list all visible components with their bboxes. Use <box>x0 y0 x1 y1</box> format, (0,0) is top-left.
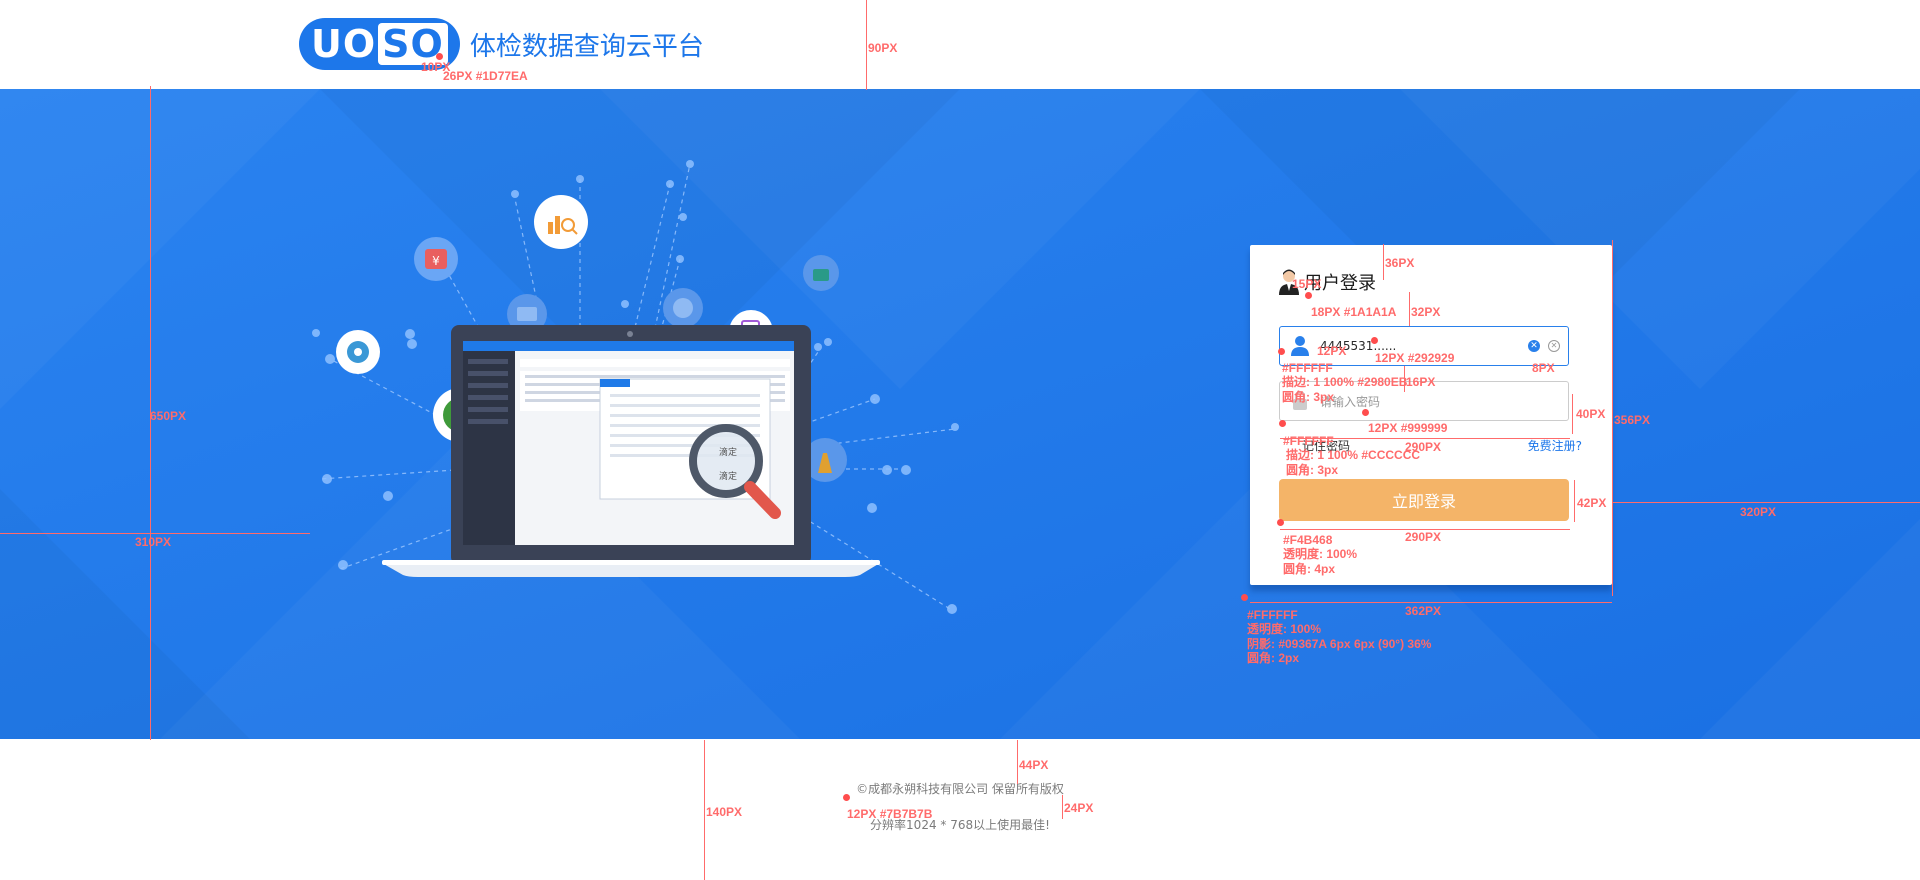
annotation-illus-offset: 310PX <box>135 535 172 549</box>
annotation-pass-field-fill: #FFFFFF <box>1283 434 1334 448</box>
annotation-title-font: 18PX #1A1A1A <box>1311 305 1397 319</box>
footer-height-marker <box>704 740 705 880</box>
illus-offset-marker <box>0 533 310 534</box>
page-header: UO SO 体检数据查询云平台 <box>0 0 1920 89</box>
footer-resolution-note: 分辨率1024 * 768以上使用最佳! <box>870 818 1050 832</box>
annotation-user-icon-gap: 12PX <box>1317 344 1347 358</box>
user-icon <box>1280 327 1320 365</box>
annotation-dot <box>1278 348 1285 355</box>
annotation-dot <box>436 53 443 60</box>
footer-gap-marker <box>1017 740 1018 784</box>
annotation-banner-height: 650PX <box>150 409 187 423</box>
annotation-input-font: 12PX #292929 <box>1375 351 1455 365</box>
annotation-title-icon-gap: 15PX <box>1292 277 1322 291</box>
annotation-clear-gap: 8PX <box>1532 361 1555 375</box>
annotation-dot <box>1362 409 1369 416</box>
annotation-dot <box>1241 594 1248 601</box>
annotation-card-shadow: 阴影: #09367A 6px 6px (90°) 36% <box>1247 637 1432 651</box>
btn-height-marker <box>1574 480 1575 522</box>
login-button[interactable]: 立即登录 <box>1279 479 1569 521</box>
annotation-header-height: 90PX <box>868 41 898 55</box>
annotation-dot <box>1371 337 1378 344</box>
footer-copyright: ©成都永朔科技有限公司 保留所有版权 <box>856 782 1064 796</box>
field-height-marker <box>1572 394 1573 434</box>
annotation-btn-opacity: 透明度: 100% <box>1283 547 1358 561</box>
annotation-user-field-border: 描边: 1 100% #2980EB <box>1282 375 1408 389</box>
annotation-btn-height: 42PX <box>1577 496 1607 510</box>
annotation-card-offset: 320PX <box>1740 505 1777 519</box>
annotation-footer-font: 12PX #7B7B7B <box>847 807 933 821</box>
register-link[interactable]: 免费注册? <box>1528 437 1582 454</box>
annotation-footer-gap: 44PX <box>1019 758 1049 772</box>
annotation-card-radius: 圆角: 2px <box>1247 651 1300 665</box>
annotation-card-fill: #FFFFFF <box>1247 608 1298 622</box>
card-offset-marker <box>1612 502 1920 503</box>
logo[interactable]: UO SO 体检数据查询云平台 <box>299 17 704 71</box>
card-width-marker <box>1250 602 1612 603</box>
annotation-footer-height: 140PX <box>706 805 743 819</box>
header-height-marker <box>866 0 867 90</box>
clear-input-icon[interactable]: ✕ <box>1528 340 1540 352</box>
svg-text:¥: ¥ <box>432 254 440 268</box>
annotation-logo-font: 26PX #1D77EA <box>443 69 528 83</box>
annotation-card-opacity: 透明度: 100% <box>1247 622 1322 636</box>
title-gap-marker <box>1383 244 1384 280</box>
logo-letters: UO <box>311 22 377 66</box>
svg-text:滴定: 滴定 <box>719 470 737 482</box>
annotation-user-field-fill: #FFFFFF <box>1282 361 1333 375</box>
annotation-btn-radius: 圆角: 4px <box>1283 562 1336 576</box>
annotation-dot <box>843 794 850 801</box>
annotation-card-height: 356PX <box>1614 413 1651 427</box>
annotation-title-field-gap: 32PX <box>1411 305 1441 319</box>
annotation-dot <box>1279 420 1286 427</box>
annotation-dot <box>1277 519 1284 526</box>
field-gap-marker <box>1404 366 1405 392</box>
annotation-pass-field-radius: 圆角: 3px <box>1286 463 1339 477</box>
annotation-field-gap: 16PX <box>1406 375 1436 389</box>
footer-line-gap-marker <box>1062 795 1063 819</box>
title-field-gap-marker <box>1409 292 1410 326</box>
annotation-btn-color: #F4B468 <box>1283 533 1333 547</box>
card-height-marker <box>1612 240 1613 596</box>
annotation-title-gap: 36PX <box>1385 256 1415 270</box>
annotation-pass-field-border: 描边: 1 100% #CCCCCC <box>1286 448 1421 462</box>
annotation-placeholder-font: 12PX #999999 <box>1368 421 1448 435</box>
annotation-field-height: 40PX <box>1576 407 1606 421</box>
annotation-btn-width: 290PX <box>1405 530 1442 544</box>
close-circle-icon[interactable]: ✕ <box>1548 340 1560 352</box>
annotation-dot <box>1305 292 1312 299</box>
annotation-card-width: 362PX <box>1405 604 1442 618</box>
site-title: 体检数据查询云平台 <box>469 31 704 62</box>
annotation-footer-line-gap: 24PX <box>1064 801 1094 815</box>
svg-text:滴定: 滴定 <box>719 446 737 458</box>
password-input[interactable]: 请输入密码 <box>1320 393 1568 410</box>
annotation-user-field-radius: 圆角: 3px <box>1282 390 1335 404</box>
